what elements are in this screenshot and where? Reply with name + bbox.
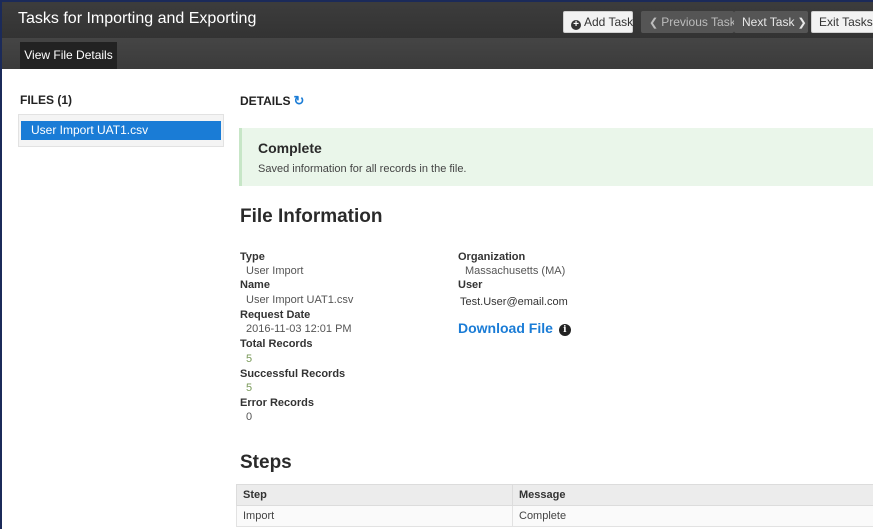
table-cell-step: Import (236, 505, 513, 527)
user-value: Test.User@email.com (460, 296, 568, 308)
app-title: Tasks for Importing and Exporting (18, 10, 257, 27)
status-alert: Complete Saved information for all recor… (239, 128, 873, 186)
column-header-message: Message (512, 484, 873, 506)
tab-view-file-details[interactable]: View File Details (20, 42, 117, 69)
previous-task-button[interactable]: ❮ Previous Task (641, 11, 736, 33)
status-message: Saved information for all records in the… (258, 163, 467, 175)
file-list-item[interactable]: User Import UAT1.csv (21, 121, 221, 140)
successful-records-value: 5 (246, 382, 253, 394)
steps-table-header: Step Message (236, 484, 873, 506)
table-cell-message: Complete (512, 505, 873, 527)
download-file-link[interactable]: Download File i (458, 320, 571, 336)
total-records-value: 5 (246, 353, 253, 365)
request-date-value: 2016-11-03 12:01 PM (246, 323, 352, 335)
window-frame-left (0, 0, 2, 529)
next-task-label: Next Task (742, 15, 795, 29)
column-header-step: Step (236, 484, 513, 506)
type-value: User Import (246, 265, 304, 277)
steps-heading: Steps (240, 452, 292, 473)
exit-tasks-button[interactable]: Exit Tasks❯ (811, 11, 873, 33)
file-list: User Import UAT1.csv (18, 114, 224, 147)
info-circle-icon[interactable]: i (558, 324, 571, 336)
next-task-button[interactable]: Next Task ❯ (734, 11, 808, 33)
name-value: User Import UAT1.csv (246, 294, 354, 306)
window-frame-top (0, 0, 873, 2)
total-records-label: Total Records (240, 338, 313, 350)
error-records-label: Error Records (240, 397, 314, 409)
user-label: User (458, 279, 483, 291)
organization-value: Massachusetts (MA) (465, 265, 566, 277)
details-heading-label: DETAILS (240, 94, 291, 108)
organization-label: Organization (458, 251, 526, 263)
refresh-icon[interactable]: ↻ (293, 93, 304, 108)
sub-navigation: View File Details (0, 38, 873, 69)
file-information-heading: File Information (240, 206, 383, 227)
error-records-value: 0 (246, 411, 253, 423)
add-task-button[interactable]: + Add Task (563, 11, 633, 33)
download-file-label: Download File (458, 320, 553, 336)
chevron-left-icon: ❮ (649, 17, 659, 29)
table-row: Import Complete (236, 505, 873, 527)
type-label: Type (240, 251, 265, 263)
status-title: Complete (258, 140, 322, 156)
exit-tasks-label: Exit Tasks (819, 15, 873, 29)
chevron-right-icon: ❯ (797, 17, 807, 29)
steps-table: Step Message Import Complete (236, 484, 873, 527)
add-task-label: Add Task (584, 15, 634, 29)
previous-task-label: Previous Task (661, 15, 736, 29)
title-bar: Tasks for Importing and Exporting + Add T… (0, 0, 873, 38)
name-label: Name (240, 279, 270, 291)
details-heading: DETAILS ↻ (240, 93, 304, 109)
request-date-label: Request Date (240, 309, 311, 321)
plus-circle-icon: + (571, 20, 581, 30)
successful-records-label: Successful Records (240, 368, 346, 380)
files-heading: FILES (1) (20, 93, 73, 107)
